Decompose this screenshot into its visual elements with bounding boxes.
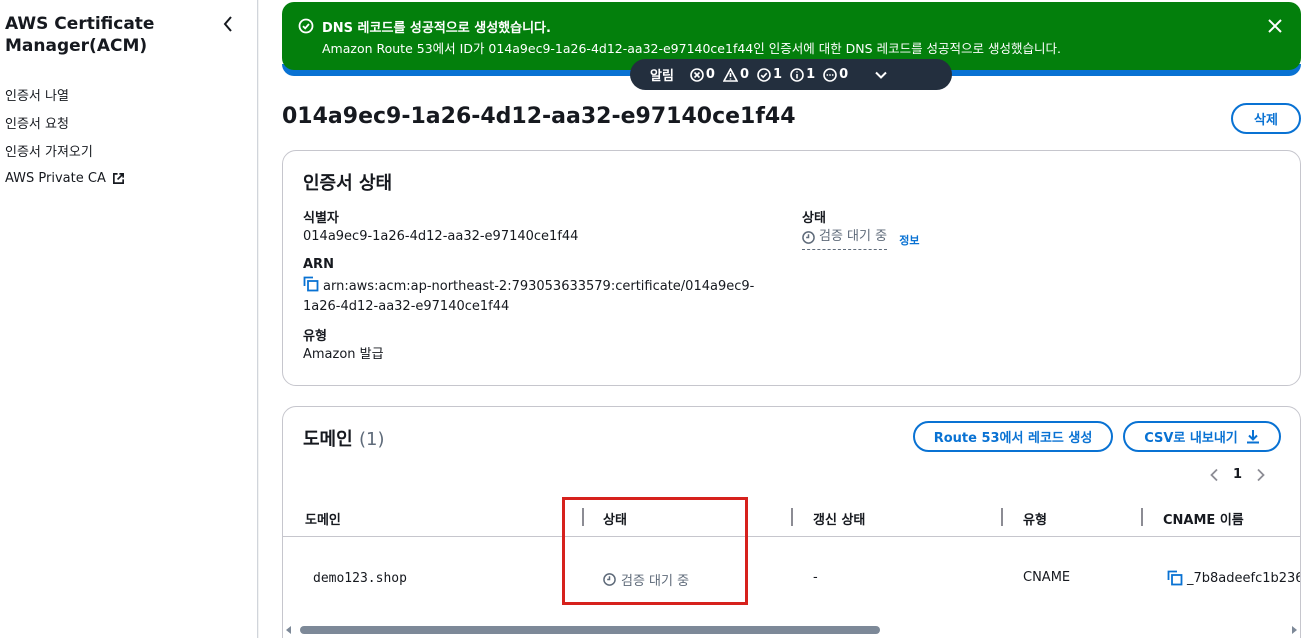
column-divider[interactable] bbox=[1141, 508, 1143, 526]
copy-icon[interactable] bbox=[1167, 570, 1183, 586]
column-header-renewal-status[interactable]: 갱신 상태 bbox=[813, 509, 865, 528]
cell-renewal-status: - bbox=[813, 570, 818, 585]
status-text: 검증 대기 중 bbox=[819, 229, 888, 244]
info-link[interactable]: 정보 bbox=[899, 234, 919, 247]
sidebar-item-import-certificate[interactable]: 인증서 가져오기 bbox=[5, 136, 125, 164]
in-progress-count: 0 bbox=[823, 67, 848, 82]
error-icon bbox=[690, 67, 704, 82]
close-icon[interactable] bbox=[1267, 18, 1283, 34]
error-count: 0 bbox=[690, 67, 715, 82]
arn-label: ARN bbox=[303, 257, 334, 272]
chevron-left-icon[interactable] bbox=[1209, 468, 1219, 482]
external-link-icon bbox=[112, 172, 124, 184]
sidebar-item-label: 인증서 요청 bbox=[5, 116, 69, 132]
sidebar-item-label: 인증서 가져오기 bbox=[5, 144, 93, 160]
table-header-divider bbox=[283, 536, 1300, 537]
type-value: Amazon 발급 bbox=[303, 347, 384, 362]
flash-title: DNS 레코드를 성공적으로 생성했습니다. bbox=[322, 21, 551, 36]
scrollbar-thumb[interactable] bbox=[300, 626, 880, 634]
scroll-left-icon[interactable] bbox=[285, 626, 293, 634]
cell-cname-name: _7b8adeefc1b236 bbox=[1167, 570, 1300, 586]
column-header-cname-name[interactable]: CNAME 이름 bbox=[1163, 509, 1244, 528]
delete-button[interactable]: 삭제 bbox=[1231, 103, 1301, 134]
status-label: 상태 bbox=[802, 211, 826, 226]
highlight-box bbox=[562, 497, 748, 605]
type-label: 유형 bbox=[303, 329, 327, 344]
status-pending: 검증 대기 중 bbox=[802, 227, 888, 250]
info-count: 1 bbox=[790, 67, 815, 82]
sidebar-item-label: 인증서 나열 bbox=[5, 88, 69, 104]
domains-container: 도메인 (1) Route 53에서 레코드 생성 CSV로 내보내기 1 도메… bbox=[282, 406, 1301, 638]
identifier-value: 014a9ec9-1a26-4d12-aa32-e97140ce1f44 bbox=[303, 229, 579, 244]
sidebar-item-list-certificates[interactable]: 인증서 나열 bbox=[5, 80, 125, 108]
export-csv-button[interactable]: CSV로 내보내기 bbox=[1123, 421, 1281, 452]
sidebar-nav: 인증서 나열 인증서 요청 인증서 가져오기 AWS Private CA bbox=[5, 80, 125, 192]
page-title: 014a9ec9-1a26-4d12-aa32-e97140ce1f44 bbox=[282, 104, 796, 129]
success-check-icon bbox=[298, 18, 314, 34]
sidebar-title: AWS Certificate Manager(ACM) bbox=[5, 14, 155, 56]
success-icon bbox=[757, 67, 771, 82]
create-records-route53-button[interactable]: Route 53에서 레코드 생성 bbox=[913, 421, 1113, 452]
sidebar: AWS Certificate Manager(ACM) 인증서 나열 인증서 … bbox=[0, 0, 258, 638]
sidebar-item-label: AWS Private CA bbox=[5, 170, 106, 186]
column-header-type[interactable]: 유형 bbox=[1023, 509, 1047, 528]
column-divider[interactable] bbox=[791, 508, 793, 526]
sidebar-item-request-certificate[interactable]: 인증서 요청 bbox=[5, 108, 125, 136]
certificate-status-container: 인증서 상태 식별자 014a9ec9-1a26-4d12-aa32-e9714… bbox=[282, 150, 1301, 386]
collapse-sidebar-icon[interactable] bbox=[220, 14, 236, 34]
domains-count: (1) bbox=[358, 429, 385, 450]
in-progress-icon bbox=[823, 67, 837, 82]
warning-count: 0 bbox=[722, 67, 749, 82]
arn-value: arn:aws:acm:ap-northeast-2:793053633579:… bbox=[303, 276, 754, 317]
notifications-label: 알림 bbox=[650, 69, 674, 84]
identifier-label: 식별자 bbox=[303, 211, 339, 226]
cell-type: CNAME bbox=[1023, 570, 1071, 585]
flash-message: Amazon Route 53에서 ID가 014a9ec9-1a26-4d12… bbox=[322, 41, 1061, 56]
column-header-domain[interactable]: 도메인 bbox=[305, 509, 341, 528]
arn-line-2: 1a26-4d12-aa32-e97140ce1f44 bbox=[303, 299, 510, 314]
chevron-down-icon[interactable] bbox=[874, 68, 888, 82]
scroll-right-icon[interactable] bbox=[1290, 626, 1298, 634]
copy-icon[interactable] bbox=[303, 276, 319, 292]
warning-icon bbox=[722, 67, 738, 82]
chevron-right-icon[interactable] bbox=[1256, 468, 1266, 482]
domains-heading: 도메인 (1) bbox=[303, 429, 385, 450]
cell-domain: demo123.shop bbox=[313, 571, 407, 586]
download-icon bbox=[1246, 430, 1259, 444]
success-count: 1 bbox=[757, 67, 782, 82]
certificate-status-heading: 인증서 상태 bbox=[303, 173, 393, 194]
info-icon bbox=[790, 67, 804, 82]
page-number[interactable]: 1 bbox=[1233, 467, 1242, 482]
status-value-row: 검증 대기 중 정보 bbox=[802, 227, 919, 251]
pagination: 1 bbox=[1209, 467, 1266, 482]
notifications-bar[interactable]: 알림 0 0 1 1 0 bbox=[630, 59, 952, 90]
clock-icon bbox=[802, 230, 815, 244]
arn-line-1: arn:aws:acm:ap-northeast-2:793053633579:… bbox=[323, 279, 755, 294]
sidebar-item-private-ca[interactable]: AWS Private CA bbox=[5, 164, 125, 192]
column-divider[interactable] bbox=[1001, 508, 1003, 526]
